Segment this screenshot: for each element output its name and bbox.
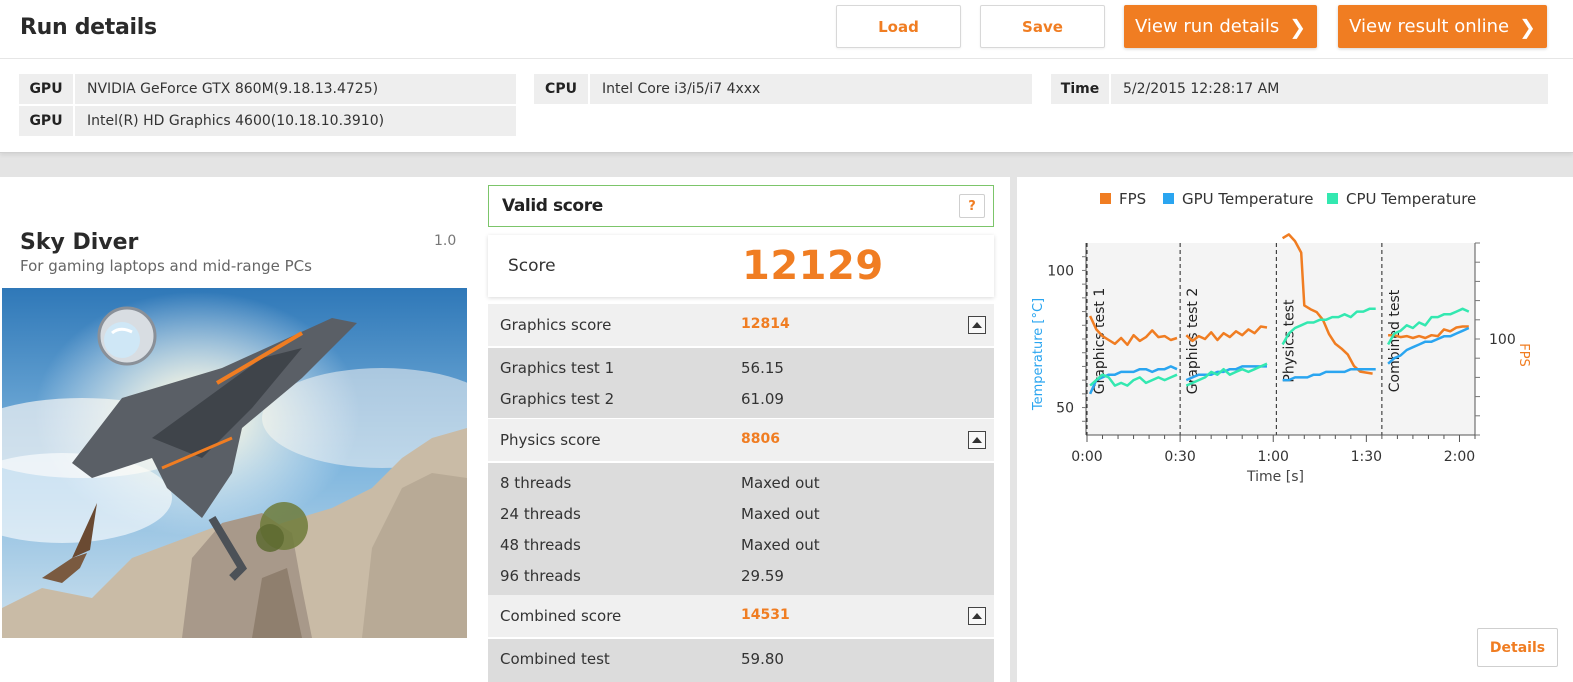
benchmark-subtitle: For gaming laptops and mid-range PCs [20, 257, 312, 275]
legend-swatch [1163, 193, 1174, 204]
benchmark-name: Sky Diver [20, 230, 139, 255]
run-details-header: Run details Load Save View run details ❯… [0, 0, 1573, 153]
view-run-details-button[interactable]: View run details ❯ [1124, 5, 1317, 48]
legend-label: CPU Temperature [1346, 190, 1476, 208]
list-item: 96 threads 29.59 [488, 560, 994, 591]
test-value: Maxed out [741, 536, 820, 554]
combined-tests: Combined test 59.80 [488, 639, 994, 682]
y-tick-label-left: 100 [1047, 263, 1074, 279]
cpu-info-row: CPU Intel Core i3/i5/i7 4xxx [534, 74, 1032, 104]
monitoring-chart: FPS GPU Temperature CPU Temperature Graphi… [1031, 190, 1531, 485]
legend-label: FPS [1119, 190, 1146, 208]
test-value: Maxed out [741, 505, 820, 523]
graphics-score-row[interactable]: Graphics score 12814 [488, 304, 994, 346]
benchmark-result-panel: Sky Diver 1.0 For gaming laptops and mid… [0, 177, 1010, 682]
benchmark-version: 1.0 [434, 233, 457, 249]
y-tick-label-right: 100 [1489, 332, 1516, 348]
valid-score-banner: Valid score ? [488, 185, 994, 227]
combined-score-value: 14531 [741, 607, 790, 623]
cpu-label: CPU [534, 74, 590, 104]
view-result-online-label: View result online [1349, 16, 1510, 37]
test-label: 8 threads [500, 474, 572, 492]
details-button[interactable]: Details [1477, 628, 1558, 667]
test-label: Graphics test 1 [500, 359, 615, 377]
graphics-tests: Graphics test 1 56.15 Graphics test 2 61… [488, 348, 994, 418]
graphics-score-value: 12814 [741, 316, 790, 332]
y-tick-label-left: 50 [1056, 401, 1074, 417]
score-label: Score [508, 256, 556, 276]
list-item: Graphics test 1 56.15 [488, 352, 994, 383]
list-item: Graphics test 2 61.09 [488, 383, 994, 414]
save-button[interactable]: Save [980, 5, 1105, 48]
help-button[interactable]: ? [959, 194, 985, 218]
list-item: Combined test 59.80 [488, 643, 994, 674]
chart-legend: FPS GPU Temperature CPU Temperature [1100, 190, 1476, 208]
physics-score-label: Physics score [500, 431, 601, 449]
cpu-value: Intel Core i3/i5/i7 4xxx [602, 81, 761, 97]
collapse-icon[interactable] [968, 431, 986, 449]
gpu-info-row: GPU NVIDIA GeForce GTX 860M(9.18.13.4725… [19, 74, 516, 104]
gpu-value: Intel(R) HD Graphics 4600(10.18.10.3910) [87, 113, 385, 129]
physics-score-row[interactable]: Physics score 8806 [488, 419, 994, 461]
time-value: 5/2/2015 12:28:17 AM [1123, 81, 1280, 97]
combined-score-row[interactable]: Combined score 14531 [488, 595, 994, 637]
load-button[interactable]: Load [836, 5, 961, 48]
test-value: 56.15 [741, 359, 784, 377]
list-item: 48 threads Maxed out [488, 529, 994, 560]
x-tick-label: 1:00 [1258, 449, 1289, 465]
graphics-score-label: Graphics score [500, 316, 612, 334]
view-result-online-button[interactable]: View result online ❯ [1338, 5, 1547, 48]
chevron-right-icon: ❯ [1289, 14, 1307, 39]
time-label: Time [1051, 74, 1111, 104]
x-tick-label: 2:00 [1444, 449, 1475, 465]
view-run-details-label: View run details [1134, 16, 1280, 37]
divider [0, 58, 1573, 59]
test-label: Combined test [500, 650, 610, 668]
overall-score: Score 12129 [488, 235, 994, 297]
list-item: 8 threads Maxed out [488, 467, 994, 498]
test-value: 29.59 [741, 567, 784, 585]
combined-score-label: Combined score [500, 607, 622, 625]
x-tick-label: 1:30 [1351, 449, 1382, 465]
legend-label: GPU Temperature [1182, 190, 1313, 208]
test-value: Maxed out [741, 474, 820, 492]
list-item: 24 threads Maxed out [488, 498, 994, 529]
monitoring-chart-panel: FPS GPU Temperature CPU Temperature Graphi… [1017, 177, 1573, 682]
y-axis-title-right: FPS [1516, 343, 1531, 367]
score-value: 12129 [742, 243, 884, 289]
x-axis-title: Time [s] [1246, 469, 1304, 485]
test-label: Graphics test 2 [500, 390, 615, 408]
page-title: Run details [20, 15, 157, 40]
y-axis-title-left: Temperature [°C] [1031, 298, 1046, 411]
physics-tests: 8 threads Maxed out 24 threads Maxed out… [488, 463, 994, 595]
collapse-icon[interactable] [968, 316, 986, 334]
legend-swatch [1100, 193, 1111, 204]
gpu-label: GPU [19, 106, 75, 136]
gpu-value: NVIDIA GeForce GTX 860M(9.18.13.4725) [87, 81, 379, 97]
test-value: 59.80 [741, 650, 784, 668]
test-label: 96 threads [500, 567, 581, 585]
chevron-right-icon: ❯ [1519, 14, 1536, 39]
test-label: 24 threads [500, 505, 581, 523]
x-tick-label: 0:30 [1164, 449, 1195, 465]
test-value: 61.09 [741, 390, 784, 408]
time-info-row: Time 5/2/2015 12:28:17 AM [1051, 74, 1548, 104]
x-tick-label: 0:00 [1071, 449, 1102, 465]
legend-swatch [1327, 193, 1338, 204]
gpu-label: GPU [19, 74, 75, 104]
collapse-icon[interactable] [968, 607, 986, 625]
sky-diver-hero-image [2, 288, 467, 638]
gpu-info-row: GPU Intel(R) HD Graphics 4600(10.18.10.3… [19, 106, 516, 136]
test-label: 48 threads [500, 536, 581, 554]
valid-score-label: Valid score [502, 196, 603, 216]
physics-score-value: 8806 [741, 431, 780, 447]
